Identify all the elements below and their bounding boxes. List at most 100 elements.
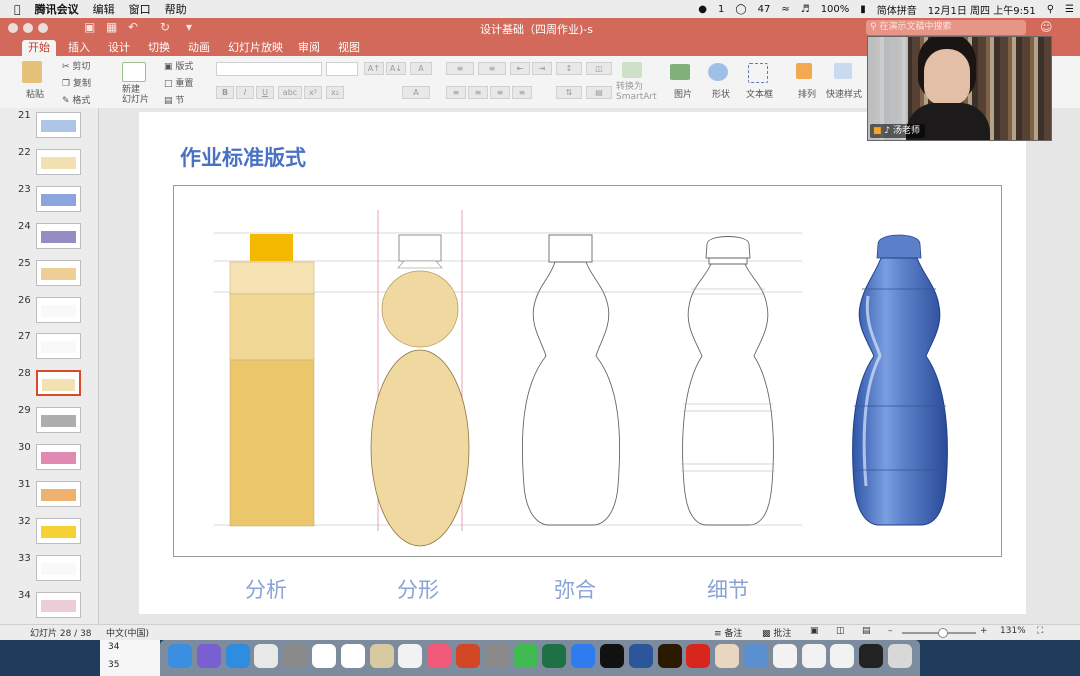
slide-thumbnail-23[interactable]: 23: [0, 182, 98, 218]
notes-icon[interactable]: [340, 644, 365, 668]
illustrator-icon[interactable]: [657, 644, 682, 668]
align-left-icon[interactable]: ≡: [446, 86, 466, 99]
slide-thumbnail-image[interactable]: [36, 148, 81, 175]
document-icon[interactable]: [801, 644, 826, 668]
clear-format-icon[interactable]: A: [410, 62, 432, 75]
terminal-icon[interactable]: [859, 644, 884, 668]
cut-button[interactable]: ✂ 剪切: [62, 59, 90, 72]
paste-icon[interactable]: [22, 61, 42, 83]
tab-insert[interactable]: 插入: [62, 40, 96, 56]
textbox-icon[interactable]: [748, 63, 768, 83]
zoom-window-icon[interactable]: [38, 23, 48, 33]
tab-home[interactable]: 开始: [22, 40, 56, 56]
fit-to-window-icon[interactable]: ⛶: [1037, 626, 1043, 636]
caption-shapes[interactable]: 分形: [368, 574, 468, 604]
zoom-slider-thumb[interactable]: [938, 628, 948, 638]
slide-thumbnail-26[interactable]: 26: [0, 293, 98, 329]
slide-canvas[interactable]: 作业标准版式 分析 分形 弥合 细节: [139, 112, 1026, 614]
screen-icon[interactable]: [744, 644, 768, 668]
bottle-rendered[interactable]: [852, 234, 948, 526]
word-icon[interactable]: [628, 644, 653, 668]
siri-icon[interactable]: [196, 644, 221, 668]
slide-thumbnail-27[interactable]: 27: [0, 329, 98, 365]
quick-styles-icon[interactable]: [834, 63, 852, 79]
shape-icon[interactable]: [708, 63, 728, 81]
apple-menu-icon[interactable]: : [14, 3, 21, 16]
line-spacing-icon[interactable]: ↕: [556, 62, 582, 75]
justify-icon[interactable]: ≡: [512, 86, 532, 99]
notification-icon[interactable]: ●: [698, 4, 707, 15]
search-input[interactable]: ⚲ 在演示文稿中搜索: [866, 20, 1026, 35]
save-icon[interactable]: ▦: [106, 20, 117, 34]
bottle-shapes[interactable]: [370, 234, 470, 547]
section-button[interactable]: ▤ 节: [164, 93, 184, 106]
decrease-font-icon[interactable]: A↓: [386, 62, 406, 75]
preview-icon[interactable]: [369, 644, 394, 668]
menu-edit[interactable]: 编辑: [93, 1, 115, 17]
music-icon[interactable]: [427, 644, 452, 668]
slide-thumbnail-image[interactable]: [36, 591, 81, 618]
finder-icon[interactable]: [168, 644, 192, 668]
notes-button[interactable]: ≡ 备注: [714, 626, 742, 639]
slide-thumbnail-image[interactable]: [36, 554, 81, 581]
slide-thumbnail-image[interactable]: [36, 370, 81, 397]
font-size-select[interactable]: [326, 62, 358, 76]
bottle-merged[interactable]: [521, 234, 621, 526]
copy-button[interactable]: ❐ 复制: [62, 76, 91, 89]
picture-icon[interactable]: [670, 64, 690, 80]
image-file-icon[interactable]: [715, 644, 740, 668]
acrobat-icon[interactable]: [686, 644, 711, 668]
subscript-icon[interactable]: x₂: [326, 86, 344, 99]
slide-thumbnail-32[interactable]: 32: [0, 514, 98, 550]
undo-icon[interactable]: ↶: [128, 20, 138, 34]
smiley-feedback-icon[interactable]: ☺: [1040, 20, 1053, 34]
document-icon[interactable]: [772, 644, 797, 668]
launchpad-icon[interactable]: [283, 644, 308, 668]
superscript-icon[interactable]: x²: [304, 86, 322, 99]
columns-icon[interactable]: ◫: [586, 62, 612, 75]
language-indicator[interactable]: 中文(中国): [106, 626, 149, 639]
new-slide-button[interactable]: 新建 幻灯片: [122, 85, 149, 105]
meeting-video-window[interactable]: ■ ♪ 汤老师: [867, 36, 1052, 141]
caption-analysis[interactable]: 分析: [216, 574, 316, 604]
minimize-window-icon[interactable]: [23, 23, 33, 33]
clock[interactable]: 12月1日 周四 上午9:51: [928, 2, 1036, 17]
bullets-icon[interactable]: ≡: [446, 62, 474, 75]
caption-merge[interactable]: 弥合: [525, 574, 625, 604]
increase-font-icon[interactable]: A↑: [364, 62, 384, 75]
underline-icon[interactable]: U: [256, 86, 274, 99]
increase-indent-icon[interactable]: ⇥: [532, 62, 552, 75]
slide-thumbnail-28[interactable]: 28: [0, 366, 98, 402]
bold-icon[interactable]: B: [216, 86, 234, 99]
caption-details[interactable]: 细节: [678, 574, 778, 604]
photos-icon[interactable]: [398, 644, 423, 668]
slide-thumbnail-image[interactable]: [36, 185, 81, 212]
font-family-select[interactable]: [216, 62, 322, 76]
input-method[interactable]: 简体拼音: [877, 2, 917, 17]
bottle-details[interactable]: [681, 236, 775, 526]
sorter-view-icon[interactable]: ◫: [836, 626, 845, 636]
layout-button[interactable]: ▣ 版式: [164, 59, 193, 72]
slide-thumbnail-image[interactable]: [36, 407, 81, 434]
tab-design[interactable]: 设计: [102, 40, 136, 56]
italic-icon[interactable]: I: [236, 86, 254, 99]
wechat-icon[interactable]: ◯: [735, 4, 746, 15]
slide-thumbnail-33[interactable]: 33: [0, 551, 98, 587]
normal-view-icon[interactable]: ▣: [810, 626, 819, 636]
wifi-icon[interactable]: ≈: [781, 4, 789, 15]
zoom-slider[interactable]: [902, 628, 976, 638]
slide-thumbnail-image[interactable]: [36, 296, 81, 323]
slide-thumbnail-22[interactable]: 22: [0, 145, 98, 181]
numbering-icon[interactable]: ≡: [478, 62, 506, 75]
menu-window[interactable]: 窗口: [129, 1, 151, 17]
spotlight-icon[interactable]: ⚲: [1047, 4, 1054, 15]
picture-button[interactable]: 图片: [674, 87, 692, 100]
slide-thumbnail-image[interactable]: [36, 112, 81, 138]
tencent-meeting-icon[interactable]: [571, 644, 596, 668]
comments-button[interactable]: ▩ 批注: [762, 626, 791, 639]
slide-thumbnail-30[interactable]: 30: [0, 440, 98, 476]
arrange-icon[interactable]: [796, 63, 812, 79]
align-center-icon[interactable]: ≡: [468, 86, 488, 99]
format-painter-button[interactable]: ✎ 格式: [62, 93, 90, 106]
smartart-icon[interactable]: [622, 62, 642, 78]
